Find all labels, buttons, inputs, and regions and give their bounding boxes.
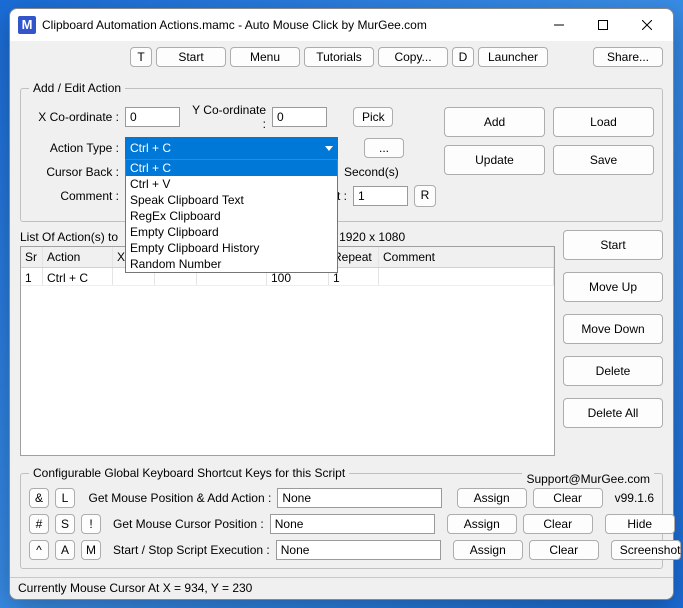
sc-input-1[interactable] xyxy=(277,488,442,508)
sc-label-1: Get Mouse Position & Add Action : xyxy=(89,491,272,505)
add-button[interactable]: Add xyxy=(444,107,545,137)
assign-3[interactable]: Assign xyxy=(453,540,523,560)
action-type-list: Ctrl + C Ctrl + V Speak Clipboard Text R… xyxy=(125,159,338,273)
col-comment[interactable]: Comment xyxy=(379,247,554,267)
x-input[interactable] xyxy=(125,107,180,127)
col-action[interactable]: Action xyxy=(43,247,113,267)
update-button[interactable]: Update xyxy=(444,145,545,175)
launcher-button[interactable]: Launcher xyxy=(478,47,548,67)
seconds-label: Second(s) xyxy=(344,165,399,179)
assign-1[interactable]: Assign xyxy=(457,488,527,508)
status-bar: Currently Mouse Cursor At X = 934, Y = 2… xyxy=(10,577,673,599)
tutorials-button[interactable]: Tutorials xyxy=(304,47,374,67)
share-button[interactable]: Share... xyxy=(593,47,663,67)
support-link[interactable]: Support@MurGee.com xyxy=(522,472,654,486)
shortcut-legend: Configurable Global Keyboard Shortcut Ke… xyxy=(29,466,349,480)
moveup-button[interactable]: Move Up xyxy=(563,272,663,302)
s-button[interactable]: S xyxy=(55,514,75,534)
sc-input-2[interactable] xyxy=(270,514,435,534)
l-button[interactable]: L xyxy=(55,488,75,508)
cursor-back-label: Cursor Back : xyxy=(29,165,119,179)
load-button[interactable]: Load xyxy=(553,107,654,137)
option-random[interactable]: Random Number xyxy=(126,256,337,272)
comment-label: Comment : xyxy=(29,189,119,203)
action-type-dropdown[interactable]: Ctrl + C Ctrl + C Ctrl + V Speak Clipboa… xyxy=(125,137,338,159)
amp-button[interactable]: & xyxy=(29,488,49,508)
list-start-button[interactable]: Start xyxy=(563,230,663,260)
col-sr[interactable]: Sr xyxy=(21,247,43,267)
chevron-down-icon xyxy=(325,146,333,151)
m-button[interactable]: M xyxy=(81,540,101,560)
menu-button[interactable]: Menu xyxy=(230,47,300,67)
app-icon: M xyxy=(18,16,36,34)
titlebar: M Clipboard Automation Actions.mamc - Au… xyxy=(10,9,673,41)
pick-button[interactable]: Pick xyxy=(353,107,393,127)
action-type-value: Ctrl + C xyxy=(130,141,171,155)
start-button[interactable]: Start xyxy=(156,47,226,67)
sc-label-3: Start / Stop Script Execution : xyxy=(113,543,270,557)
hide-button[interactable]: Hide xyxy=(605,514,675,534)
script-repeat-input[interactable] xyxy=(353,186,408,206)
deleteall-button[interactable]: Delete All xyxy=(563,398,663,428)
delete-button[interactable]: Delete xyxy=(563,356,663,386)
d-button[interactable]: D xyxy=(452,47,474,67)
actions-grid[interactable]: Sr Action X Y Cursor Back Delay (ms) Rep… xyxy=(20,246,555,456)
bang-button[interactable]: ! xyxy=(81,514,101,534)
hash-button[interactable]: # xyxy=(29,514,49,534)
add-edit-fieldset: Add / Edit Action X Co-ordinate : Y Co-o… xyxy=(20,81,663,222)
shortcut-fieldset: Configurable Global Keyboard Shortcut Ke… xyxy=(20,466,663,569)
option-speak[interactable]: Speak Clipboard Text xyxy=(126,192,337,208)
save-button[interactable]: Save xyxy=(553,145,654,175)
ellipsis-button[interactable]: ... xyxy=(364,138,404,158)
maximize-button[interactable] xyxy=(581,11,625,39)
option-empty[interactable]: Empty Clipboard xyxy=(126,224,337,240)
app-window: M Clipboard Automation Actions.mamc - Au… xyxy=(9,8,674,600)
action-type-label: Action Type : xyxy=(29,141,119,155)
sc-label-2: Get Mouse Cursor Position : xyxy=(113,517,264,531)
y-input[interactable] xyxy=(272,107,327,127)
close-button[interactable] xyxy=(625,11,669,39)
minimize-button[interactable] xyxy=(537,11,581,39)
option-regex[interactable]: RegEx Clipboard xyxy=(126,208,337,224)
movedown-button[interactable]: Move Down xyxy=(563,314,663,344)
a-button[interactable]: A xyxy=(55,540,75,560)
clear-2[interactable]: Clear xyxy=(523,514,593,534)
window-title: Clipboard Automation Actions.mamc - Auto… xyxy=(42,18,537,32)
top-toolbar: T Start Menu Tutorials Copy... D Launche… xyxy=(10,45,673,69)
option-empty-hist[interactable]: Empty Clipboard History xyxy=(126,240,337,256)
caret-button[interactable]: ^ xyxy=(29,540,49,560)
version-label: v99.1.6 xyxy=(615,491,654,505)
clear-3[interactable]: Clear xyxy=(529,540,599,560)
option-ctrl-c[interactable]: Ctrl + C xyxy=(126,160,337,176)
t-button[interactable]: T xyxy=(130,47,152,67)
assign-2[interactable]: Assign xyxy=(447,514,517,534)
add-edit-legend: Add / Edit Action xyxy=(29,81,125,95)
copy-button[interactable]: Copy... xyxy=(378,47,448,67)
r-button[interactable]: R xyxy=(414,185,436,207)
sc-input-3[interactable] xyxy=(276,540,441,560)
y-label: Y Co-ordinate : xyxy=(186,103,266,131)
option-ctrl-v[interactable]: Ctrl + V xyxy=(126,176,337,192)
x-label: X Co-ordinate : xyxy=(29,110,119,124)
clear-1[interactable]: Clear xyxy=(533,488,603,508)
screenshot-button[interactable]: Screenshot xyxy=(611,540,681,560)
